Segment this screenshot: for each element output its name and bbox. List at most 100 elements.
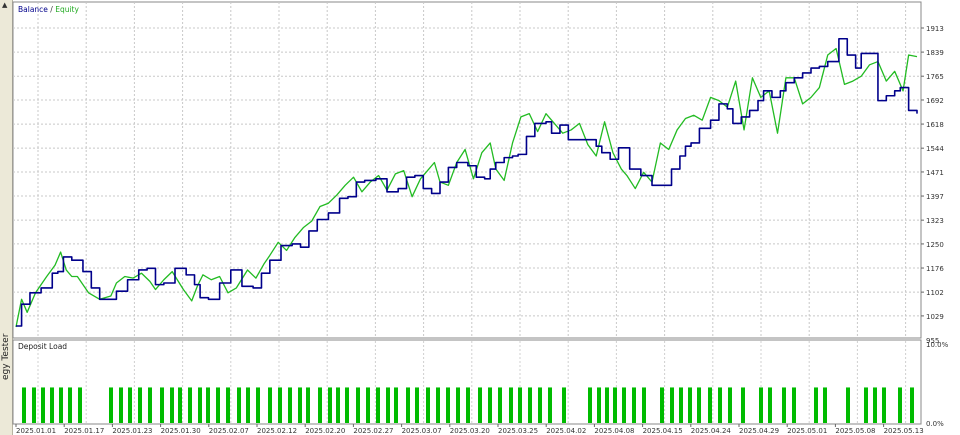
deposit-load-bar <box>759 387 763 423</box>
deposit-load-bar <box>898 387 902 423</box>
deposit-load-bar <box>278 387 282 423</box>
x-tick-label: 2025.04.29 <box>739 427 779 435</box>
deposit-load-bar <box>288 387 292 423</box>
x-tick-label: 2025.02.07 <box>209 427 249 435</box>
deposit-load-bar <box>488 387 492 423</box>
x-tick-label: 2025.04.02 <box>546 427 586 435</box>
deposit-load-title: Deposit Load <box>18 342 67 351</box>
x-tick-label: 2025.04.24 <box>691 427 732 435</box>
deposit-load-bar <box>814 387 818 423</box>
y-tick-label: 1544 <box>926 145 944 153</box>
deposit-load-bar <box>782 387 786 423</box>
deposit-load-bar <box>268 387 272 423</box>
deposit-load-bar <box>356 387 360 423</box>
deposit-load-bar <box>708 387 712 423</box>
x-tick-label: 2025.02.12 <box>257 427 297 435</box>
deposit-load-bar <box>528 387 532 423</box>
deposit-load-bar <box>318 387 322 423</box>
legend: Balance / Equity <box>18 5 79 14</box>
deposit-load-bar <box>406 387 410 423</box>
x-tick-label: 2025.03.20 <box>450 427 490 435</box>
y-tick-label: 1913 <box>926 25 944 33</box>
x-tick-label: 2025.03.07 <box>402 427 442 435</box>
deposit-load-bar <box>394 387 398 423</box>
deposit-load-bar <box>882 387 886 423</box>
deposit-load-bar <box>864 387 868 423</box>
legend-equity: Equity <box>55 5 79 14</box>
deposit-load-bar <box>728 387 732 423</box>
deposit-load-bar <box>642 387 646 423</box>
deposit-load-top-label: 10.0% <box>926 341 949 349</box>
x-tick-label: 2025.01.23 <box>112 427 152 435</box>
deposit-load-bar <box>478 387 482 423</box>
deposit-load-bar <box>298 387 302 423</box>
y-tick-label: 1618 <box>926 121 944 129</box>
deposit-load-bar <box>78 387 82 423</box>
deposit-load-bar <box>376 387 380 423</box>
deposit-load-bar <box>846 387 850 423</box>
x-tick-label: 2025.02.20 <box>305 427 345 435</box>
deposit-load-bar <box>328 387 332 423</box>
deposit-load-bar <box>613 387 617 423</box>
deposit-load-bar <box>823 387 827 423</box>
deposit-load-bar <box>216 387 220 423</box>
deposit-load-bar <box>466 387 470 423</box>
deposit-load-bar <box>237 387 241 423</box>
legend-balance: Balance <box>18 5 48 14</box>
deposit-load-bar <box>688 387 692 423</box>
y-tick-label: 1102 <box>926 289 944 297</box>
deposit-load-bar <box>622 387 626 423</box>
deposit-load-bar <box>873 387 877 423</box>
deposit-load-bar <box>188 387 192 423</box>
deposit-load-bar <box>41 387 45 423</box>
deposit-load-bar <box>148 387 152 423</box>
deposit-load-bar <box>50 387 54 423</box>
deposit-load-bar <box>426 387 430 423</box>
deposit-load-bar <box>160 387 164 423</box>
deposit-load-bar <box>679 387 683 423</box>
y-tick-label: 1176 <box>926 265 944 273</box>
y-tick-label: 1471 <box>926 169 944 177</box>
deposit-load-bar <box>206 387 210 423</box>
top-y-axis: 1913 1839 1765 1692 1618 1544 1471 1397 1323 1250… <box>921 25 944 345</box>
deposit-load-bar <box>386 387 390 423</box>
deposit-load-bar <box>597 387 601 423</box>
x-tick-label: 2025.02.27 <box>353 427 393 435</box>
balance-equity-chart: 1913 1839 1765 1692 1618 1544 1471 1397 1323 1250… <box>12 1 949 435</box>
deposit-load-bar <box>562 387 566 423</box>
deposit-load-bar <box>226 387 230 423</box>
y-tick-label: 1250 <box>926 241 944 249</box>
deposit-load-bar <box>697 387 701 423</box>
deposit-load-bar <box>32 387 36 423</box>
x-tick-label: 2025.05.08 <box>835 427 875 435</box>
deposit-load-bar <box>109 387 113 423</box>
deposit-load-bar <box>336 387 340 423</box>
deposit-load-bar <box>498 387 502 423</box>
deposit-load-bar <box>741 387 745 423</box>
deposit-load-bar <box>436 387 440 423</box>
deposit-load-bar <box>68 387 72 423</box>
x-tick-label: 2025.04.08 <box>594 427 634 435</box>
deposit-load-bar <box>538 387 542 423</box>
deposit-load-bar <box>792 387 796 423</box>
x-tick-label: 2025.01.30 <box>161 427 201 435</box>
y-tick-label: 1029 <box>926 313 944 321</box>
x-tick-label: 2025.04.15 <box>643 427 683 435</box>
deposit-load-bar <box>660 387 664 423</box>
deposit-load-bar <box>178 387 182 423</box>
deposit-load-bar <box>366 387 370 423</box>
deposit-load-bar <box>456 387 460 423</box>
y-tick-label: 1692 <box>926 97 944 105</box>
x-tick-label: 2025.01.17 <box>64 427 104 435</box>
deposit-load-bar <box>128 387 132 423</box>
deposit-load-bar <box>588 387 592 423</box>
deposit-load-bar <box>446 387 450 423</box>
deposit-load-bar <box>415 387 419 423</box>
deposit-load-bar <box>119 387 123 423</box>
deposit-load-bar <box>670 387 674 423</box>
deposit-load-bar <box>170 387 174 423</box>
y-tick-label: 1323 <box>926 217 944 225</box>
deposit-load-bar <box>306 387 310 423</box>
x-tick-label: 2025.05.01 <box>787 427 827 435</box>
x-tick-label: 2025.05.13 <box>884 427 924 435</box>
